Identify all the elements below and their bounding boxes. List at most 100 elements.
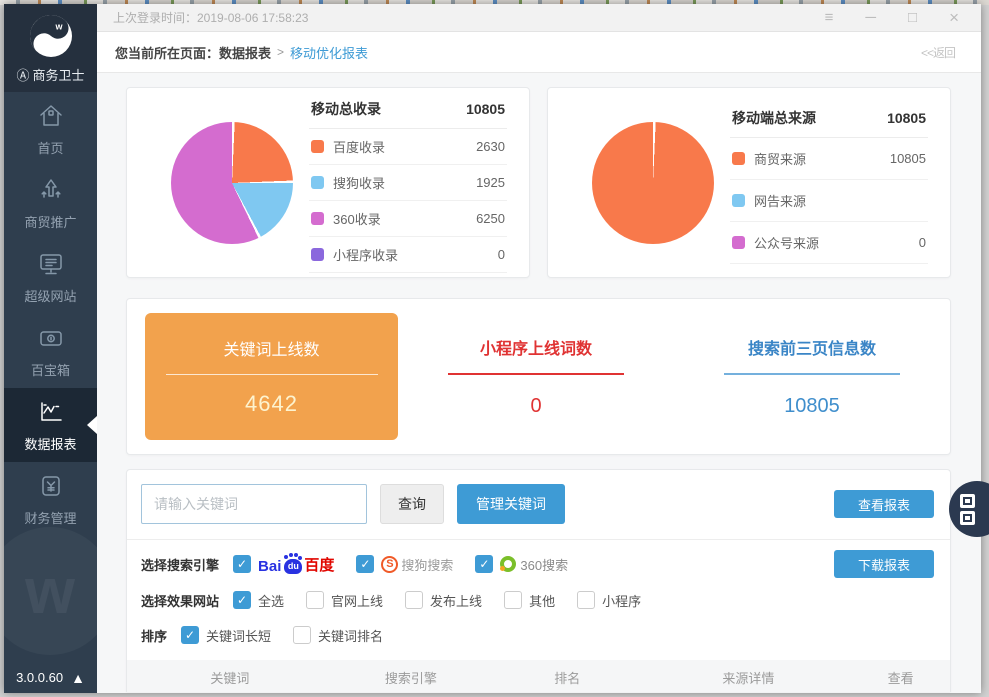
update-arrow-icon[interactable]: ▲ <box>71 671 85 685</box>
legend-label: 360收录 <box>333 209 381 228</box>
brand-yinyang-logo-icon: w <box>28 13 74 59</box>
sort-filter-row: 排序 关键词长短 关键词排名 <box>141 622 934 648</box>
view-report-button[interactable]: 查看报表 <box>834 490 934 518</box>
filter-label: 选择效果网站 <box>141 591 219 610</box>
breadcrumb-current-link[interactable]: 移动优化报表 <box>290 43 368 62</box>
legend-label: 公众号来源 <box>754 233 819 252</box>
sidebar-item-label: 财务管理 <box>24 508 76 527</box>
table-header: 关键词 搜索引擎 排名 来源详情 查看 <box>127 660 950 692</box>
legend-label: 小程序收录 <box>333 245 398 264</box>
legend-total: 10805 <box>887 110 926 126</box>
checkbox-checked-icon[interactable] <box>356 555 374 573</box>
engine-option-sogou[interactable]: S 搜狗搜索 <box>356 555 453 574</box>
sogou-badge-icon: S <box>381 556 398 573</box>
baidu-logo-cn: 百度 <box>304 554 334 575</box>
checkbox-unchecked-icon[interactable] <box>293 626 311 644</box>
breadcrumb: 您当前所在页面：数据报表 > 移动优化报表 <<返回 <box>97 32 981 73</box>
content-area: 移动总收录 10805 百度收录 2630 搜狗收录 1925 <box>97 73 981 693</box>
legend-row: 搜狗收录 1925 <box>309 165 507 201</box>
sidebar-item-toolbox[interactable]: 百宝箱 <box>4 314 97 388</box>
option-label: 发布上线 <box>430 591 482 610</box>
legend-value: 0 <box>498 247 505 262</box>
sidebar: w Ⓐ 商务卫士 首页 商贸推广 超级网站 <box>4 4 97 693</box>
engine-option-baidu[interactable]: Bai du 百度 <box>233 554 334 575</box>
back-link[interactable]: <<返回 <box>921 44 955 61</box>
maximize-icon[interactable]: □ <box>908 10 917 25</box>
legend-label: 搜狗收录 <box>333 173 385 192</box>
minimize-icon[interactable]: ─ <box>865 10 876 25</box>
legend-chip <box>311 248 324 261</box>
site-option-miniapp[interactable]: 小程序 <box>577 591 641 610</box>
site-option-publish[interactable]: 发布上线 <box>405 591 482 610</box>
toolbox-icon <box>37 324 65 352</box>
version-label: 3.0.0.60 <box>16 670 63 685</box>
legend-row: 360收录 6250 <box>309 201 507 237</box>
360-logo: 360搜索 <box>500 555 568 574</box>
filter-label: 选择搜索引擎 <box>141 555 219 574</box>
sidebar-item-home[interactable]: 首页 <box>4 92 97 166</box>
chart-report-icon <box>37 398 65 426</box>
sogou-logo-text: 搜狗搜索 <box>401 555 453 574</box>
legend-value: 10805 <box>890 151 926 166</box>
sort-option-rank[interactable]: 关键词排名 <box>293 626 383 645</box>
sidebar-watermark: w <box>4 527 97 655</box>
sogou-logo: S 搜狗搜索 <box>381 555 453 574</box>
miniapp-words-stat: 小程序上线词数 0 <box>398 335 674 418</box>
checkbox-unchecked-icon[interactable] <box>306 591 324 609</box>
stat-label: 小程序上线词数 <box>398 335 674 359</box>
keywords-online-stat: 关键词上线数 4642 <box>145 313 398 440</box>
legend-row: 小程序收录 0 <box>309 237 507 273</box>
site-option-official[interactable]: 官网上线 <box>306 591 383 610</box>
column-header: 来源详情 <box>645 668 851 687</box>
checkbox-checked-icon[interactable] <box>475 555 493 573</box>
legend-chip <box>311 212 324 225</box>
sidebar-item-super-website[interactable]: 超级网站 <box>4 240 97 314</box>
stat-value: 10805 <box>674 395 950 418</box>
checkbox-checked-icon[interactable] <box>233 555 251 573</box>
legend-row: 百度收录 2630 <box>309 129 507 165</box>
360-ring-icon <box>500 556 516 572</box>
sidebar-item-trade-promotion[interactable]: 商贸推广 <box>4 166 97 240</box>
baidu-logo: Bai du 百度 <box>258 554 334 575</box>
close-icon[interactable]: × <box>949 9 959 26</box>
legend-chip <box>311 176 324 189</box>
sidebar-item-label: 百宝箱 <box>31 360 70 379</box>
main-area: 上次登录时间：2019-08-06 17:58:23 ≡ ─ □ × 您当前所在… <box>97 4 981 693</box>
legend-value: 2630 <box>476 139 505 154</box>
mobile-index-legend: 移动总收录 10805 百度收录 2630 搜狗收录 1925 <box>309 93 507 273</box>
sidebar-item-data-reports[interactable]: 数据报表 <box>4 388 97 462</box>
query-button[interactable]: 查询 <box>380 484 444 524</box>
mobile-source-legend: 移动端总来源 10805 商贸来源 10805 网告来源 <box>730 102 928 264</box>
legend-value: 1925 <box>476 175 505 190</box>
sort-option-length[interactable]: 关键词长短 <box>181 626 271 645</box>
last-login-text: 上次登录时间：2019-08-06 17:58:23 <box>113 9 308 26</box>
stats-card: 关键词上线数 4642 小程序上线词数 0 搜索前三页信息数 10805 <box>126 298 951 455</box>
mobile-source-pie-card: 移动端总来源 10805 商贸来源 10805 网告来源 <box>547 87 951 278</box>
breadcrumb-prefix: 您当前所在页面：数据报表 <box>115 43 271 62</box>
mobile-index-pie-chart <box>171 122 293 244</box>
checkbox-unchecked-icon[interactable] <box>504 591 522 609</box>
option-label: 小程序 <box>602 591 641 610</box>
checkbox-checked-icon[interactable] <box>181 626 199 644</box>
sidebar-item-label: 超级网站 <box>24 286 76 305</box>
checkbox-unchecked-icon[interactable] <box>577 591 595 609</box>
stat-label: 搜索前三页信息数 <box>674 335 950 359</box>
download-report-button[interactable]: 下载报表 <box>834 550 934 578</box>
manage-keywords-button[interactable]: 管理关键词 <box>457 484 565 524</box>
site-option-all[interactable]: 全选 <box>233 591 284 610</box>
column-header: 关键词 <box>127 668 333 687</box>
mobile-index-pie-card: 移动总收录 10805 百度收录 2630 搜狗收录 1925 <box>126 87 530 278</box>
legend-chip <box>732 194 745 207</box>
menu-icon[interactable]: ≡ <box>825 10 834 25</box>
checkbox-unchecked-icon[interactable] <box>405 591 423 609</box>
sidebar-item-finance[interactable]: 财务管理 <box>4 462 97 536</box>
app-window: w Ⓐ 商务卫士 首页 商贸推广 超级网站 <box>4 4 981 693</box>
finance-yuan-icon <box>37 472 65 500</box>
site-filter-row: 选择效果网站 全选 官网上线 发布上线 <box>141 587 934 613</box>
qr-icon <box>960 494 975 508</box>
keyword-input[interactable] <box>141 484 367 524</box>
site-option-other[interactable]: 其他 <box>504 591 555 610</box>
checkbox-checked-icon[interactable] <box>233 591 251 609</box>
brand-name: 商务卫士 <box>33 65 85 84</box>
engine-option-360[interactable]: 360搜索 <box>475 555 568 574</box>
